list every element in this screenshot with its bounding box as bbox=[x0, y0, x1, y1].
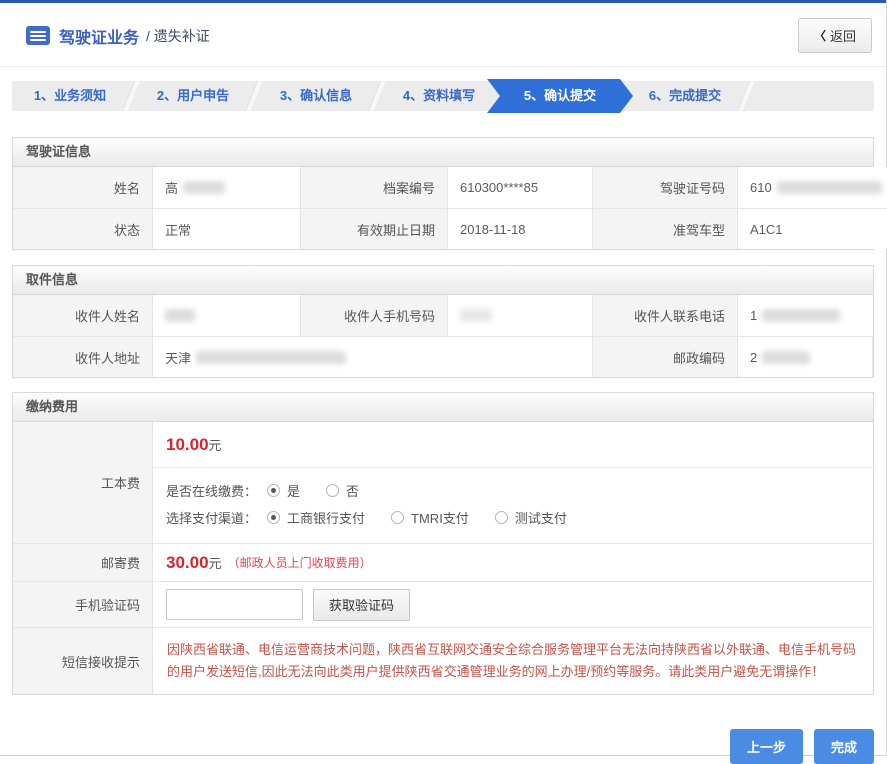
back-button-label: 返回 bbox=[830, 26, 856, 45]
step-navigation: 1、业务须知 2、用户申告 3、确认信息 4、资料填写 5、确认提交 6、完成提… bbox=[12, 81, 874, 111]
postcode-label: 邮政编码 bbox=[593, 336, 738, 377]
vehicle-type-value: A1C1 bbox=[738, 208, 887, 249]
page-title: 驾驶证业务 bbox=[59, 24, 139, 48]
production-fee-amount: 10.00 bbox=[166, 435, 209, 454]
channel-icbc-option[interactable]: 工商银行支付 bbox=[267, 508, 365, 527]
fees-section-title: 缴纳费用 bbox=[13, 393, 873, 422]
radio-unchecked-icon[interactable] bbox=[326, 484, 339, 497]
radio-unchecked-icon[interactable] bbox=[495, 511, 508, 524]
recipient-address-label: 收件人地址 bbox=[13, 336, 153, 377]
status-value: 正常 bbox=[153, 208, 301, 249]
back-button[interactable]: 〈 返回 bbox=[798, 18, 872, 53]
recipient-phone-value: 1 bbox=[738, 295, 873, 336]
sms-note-text: 因陕西省联通、电信运营商技术问题，陕西省互联网交通安全综合服务管理平台无法向持陕… bbox=[153, 627, 873, 694]
chevron-left-icon: 〈 bbox=[814, 27, 826, 44]
license-number-value: 610 bbox=[738, 167, 887, 208]
get-code-button[interactable]: 获取验证码 bbox=[313, 589, 410, 621]
mail-fee-cell: 30.00元 （邮政人员上门收取费用） bbox=[153, 543, 873, 581]
mail-fee-amount: 30.00 bbox=[166, 553, 209, 573]
footer-actions: 上一步 完成 bbox=[12, 729, 874, 764]
channel-tmri-option[interactable]: TMRI支付 bbox=[391, 508, 469, 527]
sms-code-input[interactable] bbox=[166, 589, 303, 620]
production-fee-cell: 10.00元 是否在线缴费： 是 否 选择支付渠道： bbox=[153, 422, 873, 543]
recipient-name-label: 收件人姓名 bbox=[13, 295, 153, 336]
online-pay-yes-option[interactable]: 是 bbox=[267, 481, 300, 500]
recipient-mobile-value bbox=[448, 295, 593, 336]
license-section-title: 驾驶证信息 bbox=[13, 138, 873, 167]
recipient-name-value bbox=[153, 295, 301, 336]
vehicle-type-label: 准驾车型 bbox=[593, 208, 738, 249]
sms-code-label: 手机验证码 bbox=[13, 581, 153, 627]
radio-unchecked-icon[interactable] bbox=[391, 511, 404, 524]
sms-note-label: 短信接收提示 bbox=[13, 627, 153, 694]
pickup-info-section: 取件信息 收件人姓名 收件人手机号码 收件人联系电话 1 收件人地址 天津 邮政… bbox=[12, 265, 874, 378]
step-4-fill-data[interactable]: 4、资料填写 bbox=[381, 81, 497, 111]
redacted-value bbox=[165, 309, 195, 322]
online-pay-no-option[interactable]: 否 bbox=[326, 481, 359, 500]
redacted-value bbox=[183, 181, 225, 194]
step-1-business-notice[interactable]: 1、业务须知 bbox=[12, 81, 128, 111]
online-pay-yes-label: 是 bbox=[287, 481, 300, 500]
step-3-confirm-info[interactable]: 3、确认信息 bbox=[258, 81, 374, 111]
name-value: 高 bbox=[153, 167, 301, 208]
name-label: 姓名 bbox=[13, 167, 153, 208]
channel-test-label: 测试支付 bbox=[515, 508, 567, 527]
list-icon bbox=[26, 26, 50, 45]
online-pay-no-label: 否 bbox=[346, 481, 359, 500]
radio-checked-icon[interactable] bbox=[267, 484, 280, 497]
pickup-section-title: 取件信息 bbox=[13, 266, 873, 295]
expiry-label: 有效期止日期 bbox=[301, 208, 448, 249]
redacted-value bbox=[762, 351, 810, 364]
postcode-value: 2 bbox=[738, 336, 873, 377]
mail-fee-label: 邮寄费 bbox=[13, 543, 153, 581]
mail-fee-note: （邮政人员上门收取费用） bbox=[228, 554, 372, 571]
redacted-value bbox=[460, 309, 492, 322]
pay-channel-question: 选择支付渠道： bbox=[166, 508, 257, 527]
fees-section: 缴纳费用 工本费 10.00元 是否在线缴费： 是 否 bbox=[12, 392, 874, 695]
license-info-section: 驾驶证信息 姓名 高 档案编号 610300****85 驾驶证号码 610 状… bbox=[12, 137, 874, 250]
radio-checked-icon[interactable] bbox=[267, 511, 280, 524]
step-2-user-declaration[interactable]: 2、用户申告 bbox=[135, 81, 251, 111]
expiry-value: 2018-11-18 bbox=[448, 208, 593, 249]
step-5-confirm-submit-active[interactable]: 5、确认提交 bbox=[487, 79, 633, 113]
channel-tmri-label: TMRI支付 bbox=[411, 508, 469, 527]
file-number-label: 档案编号 bbox=[301, 167, 448, 208]
redacted-value bbox=[196, 351, 346, 364]
redacted-value bbox=[762, 309, 840, 322]
page-header: 驾驶证业务 / 遗失补证 〈 返回 bbox=[0, 3, 886, 67]
currency-unit: 元 bbox=[209, 438, 222, 453]
channel-test-option[interactable]: 测试支付 bbox=[495, 508, 567, 527]
online-pay-row: 是否在线缴费： 是 否 bbox=[166, 477, 860, 504]
breadcrumb-subtitle: / 遗失补证 bbox=[146, 26, 210, 46]
sms-code-cell: 获取验证码 bbox=[153, 581, 873, 627]
currency-unit: 元 bbox=[209, 553, 222, 572]
finish-button[interactable]: 完成 bbox=[814, 729, 874, 764]
online-pay-question: 是否在线缴费： bbox=[166, 481, 257, 500]
recipient-address-value: 天津 bbox=[153, 336, 593, 377]
channel-icbc-label: 工商银行支付 bbox=[287, 508, 365, 527]
recipient-mobile-label: 收件人手机号码 bbox=[301, 295, 448, 336]
file-number-value: 610300****85 bbox=[448, 167, 593, 208]
status-label: 状态 bbox=[13, 208, 153, 249]
previous-step-button[interactable]: 上一步 bbox=[730, 729, 803, 764]
production-fee-label: 工本费 bbox=[13, 422, 153, 543]
redacted-value bbox=[777, 181, 882, 194]
recipient-phone-label: 收件人联系电话 bbox=[593, 295, 738, 336]
pay-channel-row: 选择支付渠道： 工商银行支付 TMRI支付 测试支付 bbox=[166, 504, 860, 531]
step-6-complete-submit[interactable]: 6、完成提交 bbox=[627, 81, 743, 111]
license-number-label: 驾驶证号码 bbox=[593, 167, 738, 208]
